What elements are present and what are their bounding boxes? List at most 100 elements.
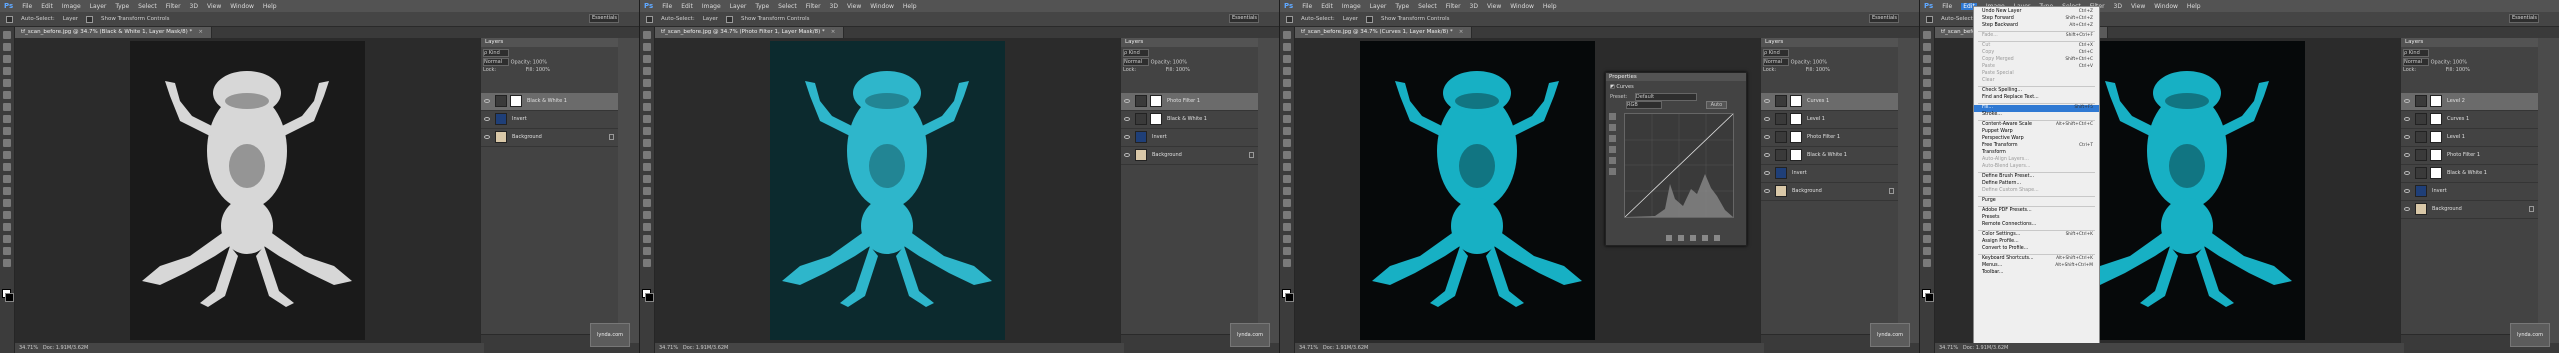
workspace-select[interactable]: Essentials bbox=[1869, 14, 1899, 23]
menu-3d[interactable]: 3D bbox=[2114, 3, 2122, 10]
menu-file[interactable]: File bbox=[1942, 3, 1952, 10]
edit-menu-item[interactable]: Step Backward Alt+Ctrl+Z bbox=[1974, 23, 2099, 30]
opacity-value[interactable]: 100% bbox=[2453, 60, 2467, 66]
shape-tool-icon[interactable] bbox=[643, 235, 651, 243]
eyedropper-tool-icon[interactable] bbox=[1923, 91, 1931, 99]
visibility-eye-icon[interactable] bbox=[2404, 171, 2410, 175]
layer-mask-thumbnail[interactable] bbox=[1790, 131, 1802, 143]
menu-filter[interactable]: Filter bbox=[166, 3, 181, 10]
visibility-eye-icon[interactable] bbox=[1764, 153, 1770, 157]
auto-select-checkbox[interactable] bbox=[6, 15, 13, 23]
visibility-eye-icon[interactable] bbox=[1124, 99, 1130, 103]
close-icon[interactable]: × bbox=[198, 29, 203, 35]
layer-row[interactable]: Photo Filter 1 bbox=[2401, 147, 2539, 165]
menu-type[interactable]: Type bbox=[1395, 3, 1409, 10]
visibility-eye-icon[interactable] bbox=[484, 117, 490, 121]
edit-menu-item[interactable]: Keyboard Shortcuts... Alt+Shift+Ctrl+K bbox=[1974, 256, 2099, 263]
type-tool-icon[interactable] bbox=[1283, 211, 1291, 219]
healing-tool-icon[interactable] bbox=[643, 103, 651, 111]
zoom-tool-icon[interactable] bbox=[643, 259, 651, 267]
move-tool-icon[interactable] bbox=[3, 31, 11, 39]
gradient-tool-icon[interactable] bbox=[643, 163, 651, 171]
path-select-tool-icon[interactable] bbox=[1923, 223, 1931, 231]
visibility-eye-icon[interactable] bbox=[1764, 117, 1770, 121]
layer-row[interactable]: Black & White 1 bbox=[1121, 111, 1259, 129]
layer-mask-thumbnail[interactable] bbox=[2430, 113, 2442, 125]
eyedropper-tool-icon[interactable] bbox=[1283, 91, 1291, 99]
healing-tool-icon[interactable] bbox=[1923, 103, 1931, 111]
blur-tool-icon[interactable] bbox=[1283, 175, 1291, 183]
clone-stamp-tool-icon[interactable] bbox=[1283, 127, 1291, 135]
edit-menu-item[interactable]: Adobe PDF Presets... bbox=[1974, 208, 2099, 215]
gray-point-eyedropper-icon[interactable] bbox=[1609, 135, 1616, 142]
type-tool-icon[interactable] bbox=[643, 211, 651, 219]
healing-tool-icon[interactable] bbox=[1283, 103, 1291, 111]
zoom-tool-icon[interactable] bbox=[1283, 259, 1291, 267]
visibility-eye-icon[interactable] bbox=[484, 99, 490, 103]
visibility-eye-icon[interactable] bbox=[1764, 135, 1770, 139]
edit-menu-item[interactable]: Undo New Layer Ctrl+Z bbox=[1974, 9, 2099, 16]
zoom-tool-icon[interactable] bbox=[3, 259, 11, 267]
auto-select-target[interactable]: Layer bbox=[1343, 16, 1358, 22]
eraser-tool-icon[interactable] bbox=[3, 151, 11, 159]
pen-tool-icon[interactable] bbox=[3, 199, 11, 207]
layers-tab[interactable]: Layers bbox=[1761, 38, 1899, 47]
fill-value[interactable]: 100% bbox=[2456, 67, 2470, 73]
layer-row[interactable]: Curves 1 bbox=[1761, 93, 1899, 111]
crop-tool-icon[interactable] bbox=[1283, 79, 1291, 87]
path-select-tool-icon[interactable] bbox=[1283, 223, 1291, 231]
layer-mask-thumbnail[interactable] bbox=[2430, 167, 2442, 179]
menu-filter[interactable]: Filter bbox=[806, 3, 821, 10]
pen-tool-icon[interactable] bbox=[643, 199, 651, 207]
layer-mask-thumbnail[interactable] bbox=[2430, 149, 2442, 161]
hand-tool-icon[interactable] bbox=[643, 247, 651, 255]
dodge-tool-icon[interactable] bbox=[3, 187, 11, 195]
menu-3d[interactable]: 3D bbox=[1470, 3, 1478, 10]
gradient-tool-icon[interactable] bbox=[1283, 163, 1291, 171]
document-canvas[interactable] bbox=[130, 41, 365, 340]
lasso-tool-icon[interactable] bbox=[1923, 55, 1931, 63]
document-canvas[interactable] bbox=[1360, 41, 1595, 340]
black-point-eyedropper-icon[interactable] bbox=[1609, 124, 1616, 131]
marquee-tool-icon[interactable] bbox=[3, 43, 11, 51]
edit-menu-item[interactable]: Convert to Profile... bbox=[1974, 246, 2099, 253]
blend-mode-select[interactable]: Normal bbox=[1123, 58, 1149, 66]
quick-select-tool-icon[interactable] bbox=[1923, 67, 1931, 75]
menu-image[interactable]: Image bbox=[702, 3, 721, 10]
visibility-eye-icon[interactable] bbox=[484, 135, 490, 139]
layer-mask-thumbnail[interactable] bbox=[1790, 113, 1802, 125]
marquee-tool-icon[interactable] bbox=[643, 43, 651, 51]
edit-menu-item[interactable]: Define Pattern... bbox=[1974, 181, 2099, 188]
visibility-eye-icon[interactable] bbox=[1124, 117, 1130, 121]
channel-select[interactable]: RGB bbox=[1626, 101, 1662, 109]
layer-row[interactable]: Invert bbox=[1121, 129, 1259, 147]
menu-view[interactable]: View bbox=[1487, 3, 1501, 10]
canvas-area[interactable] bbox=[655, 38, 1120, 343]
shape-tool-icon[interactable] bbox=[3, 235, 11, 243]
layer-row[interactable]: Photo Filter 1 bbox=[1761, 129, 1899, 147]
edit-menu-item[interactable]: Content-Aware Scale Alt+Shift+Ctrl+C bbox=[1974, 122, 2099, 129]
history-brush-tool-icon[interactable] bbox=[643, 139, 651, 147]
path-select-tool-icon[interactable] bbox=[643, 223, 651, 231]
layers-tab[interactable]: Layers bbox=[1121, 38, 1259, 47]
edit-menu-item[interactable]: Menus... Alt+Shift+Ctrl+M bbox=[1974, 263, 2099, 270]
menu-edit[interactable]: Edit bbox=[681, 3, 693, 10]
brush-tool-icon[interactable] bbox=[643, 115, 651, 123]
move-tool-icon[interactable] bbox=[1923, 31, 1931, 39]
edit-menu-item[interactable]: Presets bbox=[1974, 215, 2099, 222]
zoom-level[interactable]: 34.71% bbox=[1299, 345, 1318, 351]
menu-view[interactable]: View bbox=[207, 3, 221, 10]
menu-3d[interactable]: 3D bbox=[830, 3, 838, 10]
menu-select[interactable]: Select bbox=[138, 3, 157, 10]
marquee-tool-icon[interactable] bbox=[1923, 43, 1931, 51]
history-brush-tool-icon[interactable] bbox=[1283, 139, 1291, 147]
crop-tool-icon[interactable] bbox=[1923, 79, 1931, 87]
zoom-level[interactable]: 34.71% bbox=[19, 345, 38, 351]
lasso-tool-icon[interactable] bbox=[643, 55, 651, 63]
marquee-tool-icon[interactable] bbox=[1283, 43, 1291, 51]
zoom-level[interactable]: 34.71% bbox=[659, 345, 678, 351]
menu-type[interactable]: Type bbox=[115, 3, 129, 10]
layer-row[interactable]: Photo Filter 1 bbox=[1121, 93, 1259, 111]
menu-help[interactable]: Help bbox=[1543, 3, 1557, 10]
edit-menu-item[interactable]: Color Settings... Shift+Ctrl+K bbox=[1974, 232, 2099, 239]
